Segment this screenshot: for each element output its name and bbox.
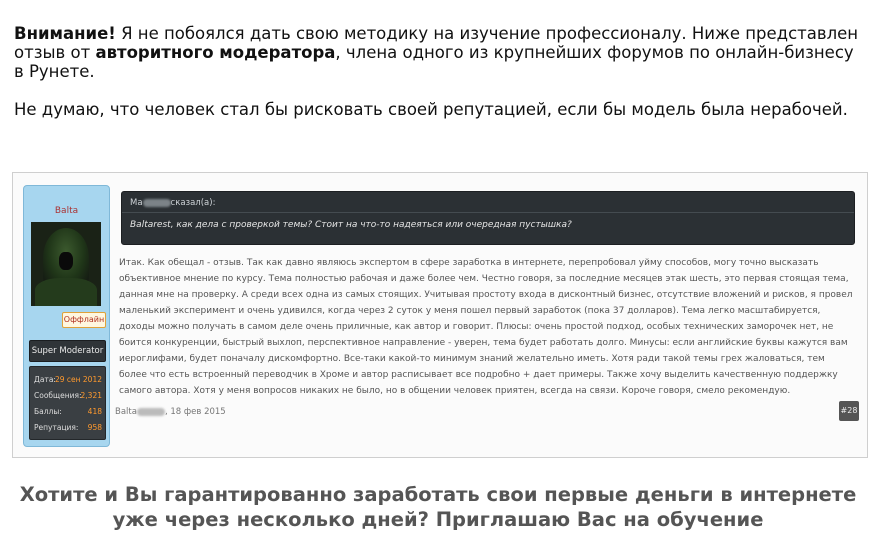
role-badge: Super Moderator — [29, 340, 106, 362]
quote-divider — [122, 212, 854, 213]
blurred-name — [136, 407, 165, 416]
status-badge: Оффлайн — [62, 312, 106, 328]
quote-block: Ma сказал(а): Baltarest, как дела с прове… — [121, 191, 855, 245]
avatar-face — [59, 252, 73, 270]
call-to-action: Хотите и Вы гарантированно заработать св… — [19, 483, 857, 531]
intro-paragraph-1: Внимание! Я не побоялся дать свою методи… — [14, 24, 864, 81]
avatar — [31, 222, 101, 306]
stat-row: Репутация: 958 — [34, 423, 102, 432]
intro-paragraph-2: Не думаю, что человек стал бы рисковать … — [14, 100, 848, 119]
quote-header: Ma сказал(а): — [130, 198, 216, 208]
user-panel: Balta Оффлайн Super Moderator Дата: 29 се… — [23, 185, 110, 447]
username[interactable]: Balta — [24, 206, 109, 216]
warning-label: Внимание! — [14, 24, 116, 43]
intro-text: Внимание! Я не побоялся дать свою методи… — [14, 24, 864, 138]
post-meta: Balta, 18 фев 2015 — [115, 407, 226, 417]
post-body: Итак. Как обещал - отзыв. Так как давно … — [119, 258, 853, 396]
post-number-link[interactable]: #28 — [839, 401, 859, 421]
moderator-bold: авторитного модератора — [95, 43, 336, 62]
avatar-body — [35, 278, 97, 306]
stat-row: Баллы: 418 — [34, 407, 102, 416]
stat-row: Дата: 29 сен 2012 — [34, 375, 102, 384]
quote-text: Baltarest, как дела с проверкой темы? Ст… — [130, 220, 572, 230]
forum-screenshot: Balta Оффлайн Super Moderator Дата: 29 се… — [12, 172, 868, 458]
blurred-name — [142, 198, 171, 207]
stat-row: Сообщения: 2,321 — [34, 391, 102, 400]
user-stats: Дата: 29 сен 2012 Сообщения: 2,321 Баллы: 4… — [29, 366, 106, 440]
